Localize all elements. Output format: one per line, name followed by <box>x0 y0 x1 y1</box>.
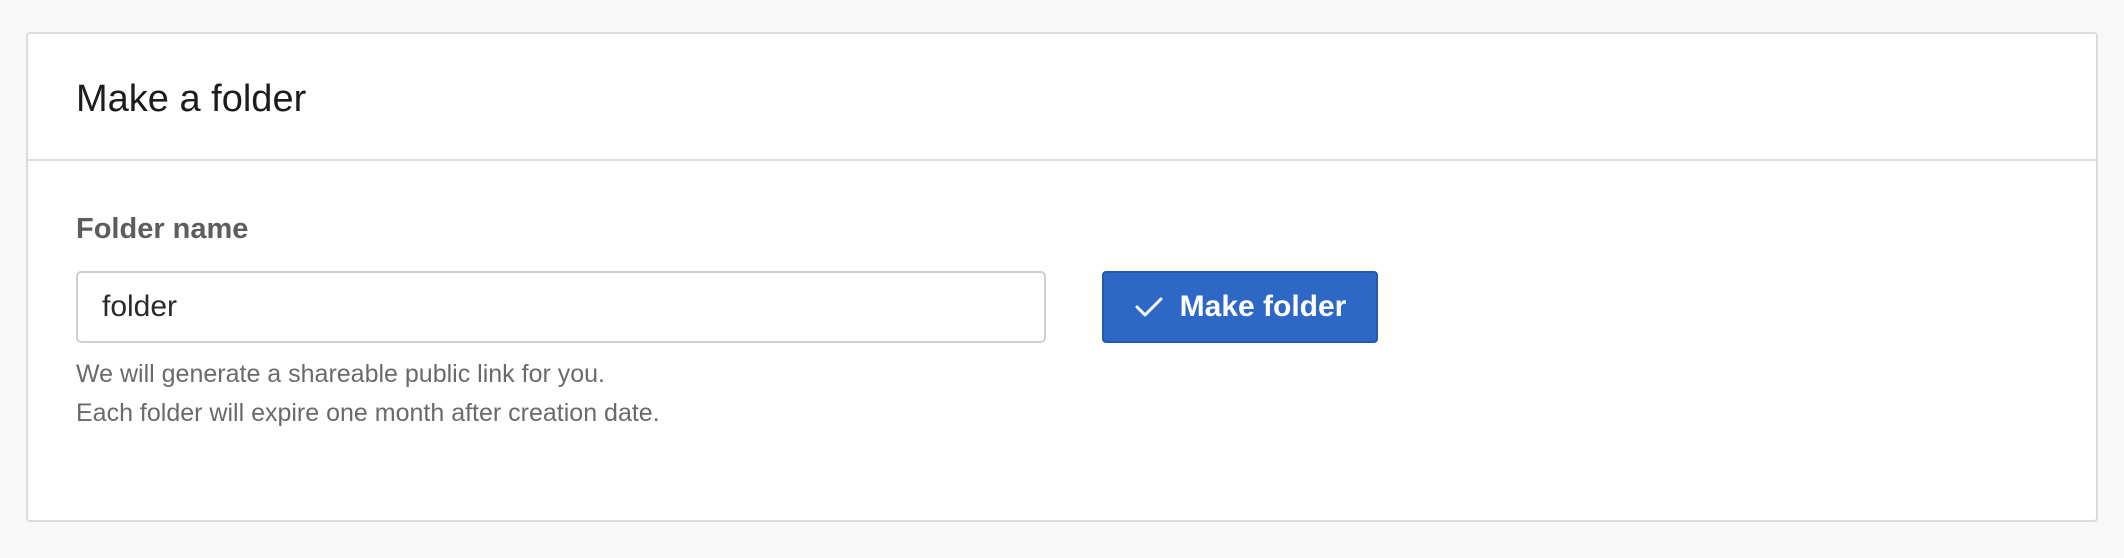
help-text-line: Each folder will expire one month after … <box>76 399 660 427</box>
help-text-line: We will generate a shareable public link… <box>76 360 605 388</box>
panel-header: Make a folder <box>28 34 2096 161</box>
folder-name-label: Folder name <box>76 213 249 245</box>
help-text: We will generate a shareable public link… <box>76 355 660 433</box>
make-folder-button[interactable]: Make folder <box>1102 271 1378 343</box>
make-folder-button-label: Make folder <box>1179 290 1347 323</box>
make-folder-panel: Make a folder Folder name We will genera… <box>26 32 2098 522</box>
checkmark-icon <box>1134 292 1164 322</box>
panel-title: Make a folder <box>76 78 307 120</box>
folder-name-input[interactable] <box>76 271 1046 343</box>
